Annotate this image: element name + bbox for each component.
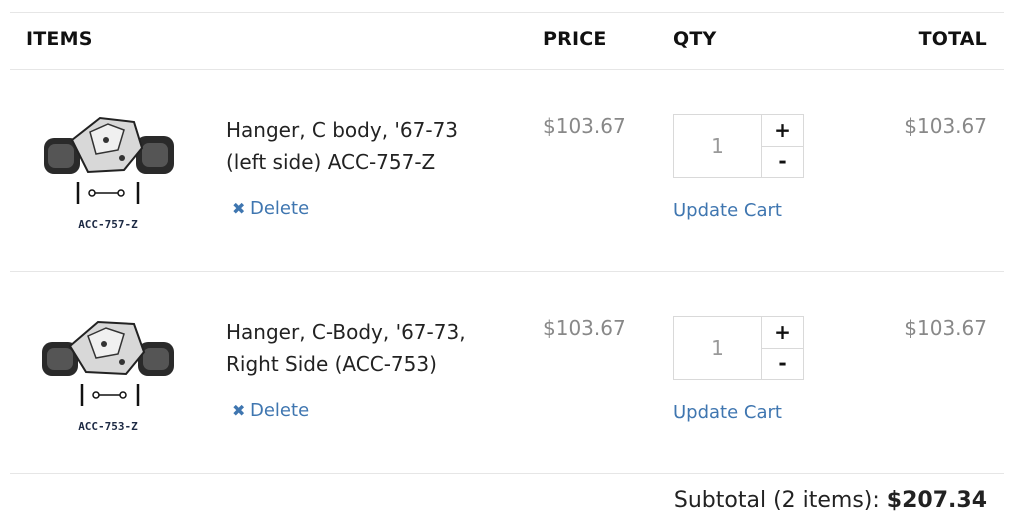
product-name-line: Hanger, C body, '67-73 [226, 118, 459, 142]
exhaust-hanger-image [44, 116, 174, 204]
exhaust-hanger-image [42, 320, 174, 406]
decrement-button[interactable]: - [762, 348, 803, 379]
delete-button[interactable]: ✖ Delete [232, 198, 309, 219]
product-name-line: (left side) ACC-757-Z [226, 150, 436, 174]
delete-button[interactable]: ✖ Delete [232, 400, 309, 421]
column-header-items: ITEMS [26, 28, 93, 50]
quantity-input[interactable] [674, 317, 762, 379]
shopping-cart: ITEMS PRICE QTY TOTAL ACC-757-Z Hanger, … [10, 12, 1004, 528]
cart-item-row: ACC-753-Z Hanger, C-Body, '67-73, Right … [10, 272, 1004, 474]
cart-subtotal: Subtotal (2 items): $207.34 [674, 488, 987, 513]
close-x-icon: ✖ [232, 401, 246, 420]
subtotal-label: Subtotal (2 items): [673, 488, 880, 513]
column-header-qty: QTY [673, 28, 717, 50]
table-top-divider [10, 12, 1004, 13]
unit-price: $103.67 [543, 316, 626, 340]
increment-button[interactable]: + [762, 115, 803, 147]
product-name-link[interactable]: Hanger, C body, '67-73 (left side) ACC-7… [226, 114, 516, 178]
product-thumbnail[interactable]: ACC-753-Z [38, 312, 178, 442]
quantity-stepper: + - [673, 114, 804, 178]
delete-label: Delete [250, 198, 310, 219]
product-thumbnail[interactable]: ACC-757-Z [38, 110, 178, 240]
close-x-icon: ✖ [232, 199, 246, 218]
decrement-button[interactable]: - [762, 146, 803, 177]
delete-label: Delete [250, 400, 310, 421]
product-image-caption: ACC-753-Z [78, 420, 138, 433]
subtotal-amount: $207.34 [886, 488, 987, 513]
quantity-input[interactable] [674, 115, 762, 177]
column-header-total: TOTAL [918, 28, 987, 50]
product-name-line: Hanger, C-Body, '67-73, [226, 320, 466, 344]
update-cart-link[interactable]: Update Cart [673, 200, 782, 221]
summary-divider [10, 473, 1004, 474]
cart-item-row: ACC-757-Z Hanger, C body, '67-73 (left s… [10, 70, 1004, 272]
update-cart-link[interactable]: Update Cart [673, 402, 782, 423]
increment-button[interactable]: + [762, 317, 803, 349]
line-total: $103.67 [904, 114, 987, 138]
line-total: $103.67 [904, 316, 987, 340]
product-name-link[interactable]: Hanger, C-Body, '67-73, Right Side (ACC-… [226, 316, 516, 380]
column-header-price: PRICE [543, 28, 607, 50]
product-name-line: Right Side (ACC-753) [226, 352, 437, 376]
quantity-stepper: + - [673, 316, 804, 380]
unit-price: $103.67 [543, 114, 626, 138]
product-image-caption: ACC-757-Z [78, 218, 138, 231]
